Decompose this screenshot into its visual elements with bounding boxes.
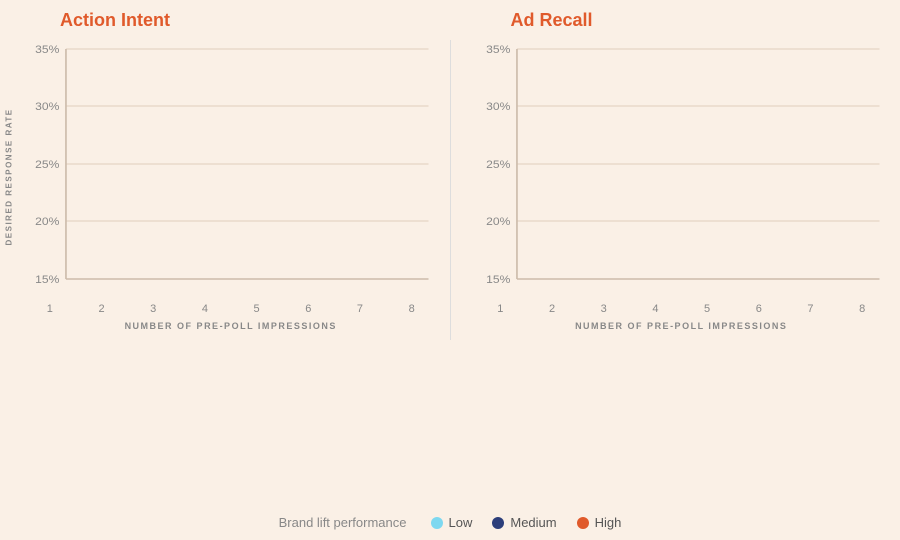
x-tick-2: 2	[526, 303, 578, 315]
ad-recall-chart-wrapper: Ad Recall 3 5	[451, 10, 900, 331]
action-intent-x-axis-label: NUMBER OF PRE-POLL IMPRESSIONS	[22, 321, 440, 331]
action-intent-y-axis-label: DESIRED RESPONSE RATE	[5, 125, 14, 245]
x-tick-6: 6	[733, 303, 785, 315]
action-intent-chart-area: DESIRED RESPONSE RATE	[0, 39, 440, 331]
ad-recall-plot-area: 35% 30% 25% 20% 15% 1 2 3 4 5 6	[473, 39, 891, 331]
legend-dot-low	[431, 517, 443, 529]
ad-recall-grid: 35% 30% 25% 20% 15%	[473, 39, 891, 299]
svg-text:35%: 35%	[35, 44, 59, 55]
main-container: Action Intent DESIRED RESPONSE RATE	[0, 0, 900, 540]
x-tick-3: 3	[578, 303, 630, 315]
action-intent-title: Action Intent	[60, 10, 170, 31]
x-tick-6: 6	[282, 303, 334, 315]
svg-text:15%: 15%	[35, 274, 59, 285]
svg-text:30%: 30%	[486, 101, 510, 112]
legend-dot-high	[577, 517, 589, 529]
svg-text:20%: 20%	[486, 216, 510, 227]
action-intent-y-axis-label-container: DESIRED RESPONSE RATE	[0, 39, 18, 331]
charts-row: Action Intent DESIRED RESPONSE RATE	[0, 10, 900, 505]
x-tick-7: 7	[334, 303, 386, 315]
action-intent-chart-wrapper: Action Intent DESIRED RESPONSE RATE	[0, 10, 450, 331]
x-tick-8: 8	[836, 303, 888, 315]
legend-item-high: High	[577, 515, 622, 530]
x-tick-8: 8	[386, 303, 438, 315]
ad-recall-svg: 35% 30% 25% 20% 15%	[473, 39, 891, 299]
ad-recall-title: Ad Recall	[511, 10, 593, 31]
legend-dot-medium	[492, 517, 504, 529]
action-intent-grid: 35% 30% 25% 20% 15%	[22, 39, 440, 299]
svg-text:15%: 15%	[486, 274, 510, 285]
legend-item-high-label: High	[595, 515, 622, 530]
legend-item-low: Low	[431, 515, 473, 530]
x-tick-4: 4	[630, 303, 682, 315]
legend-item-medium: Medium	[492, 515, 556, 530]
svg-text:20%: 20%	[35, 216, 59, 227]
x-tick-5: 5	[231, 303, 283, 315]
x-tick-1: 1	[475, 303, 527, 315]
svg-text:25%: 25%	[486, 159, 510, 170]
ad-recall-x-ticks: 1 2 3 4 5 6 7 8	[475, 299, 889, 315]
ad-recall-y-axis-label-container	[451, 39, 469, 331]
x-tick-7: 7	[785, 303, 837, 315]
legend-item-medium-label: Medium	[510, 515, 556, 530]
action-intent-svg: 35% 30% 25% 20% 15%	[22, 39, 440, 299]
x-tick-3: 3	[127, 303, 179, 315]
x-tick-4: 4	[179, 303, 231, 315]
x-tick-1: 1	[24, 303, 76, 315]
x-tick-5: 5	[681, 303, 733, 315]
action-intent-plot-area: 35% 30% 25% 20% 15% 1 2 3 4 5 6	[22, 39, 440, 331]
action-intent-x-ticks: 1 2 3 4 5 6 7 8	[24, 299, 438, 315]
svg-text:30%: 30%	[35, 101, 59, 112]
legend: Brand lift performance Low Medium High	[0, 515, 900, 540]
x-tick-2: 2	[76, 303, 128, 315]
ad-recall-chart-area: 35% 30% 25% 20% 15% 1 2 3 4 5 6	[451, 39, 891, 331]
legend-label: Brand lift performance	[279, 515, 407, 530]
svg-text:35%: 35%	[486, 44, 510, 55]
svg-text:25%: 25%	[35, 159, 59, 170]
legend-item-low-label: Low	[449, 515, 473, 530]
ad-recall-x-axis-label: NUMBER OF PRE-POLL IMPRESSIONS	[473, 321, 891, 331]
